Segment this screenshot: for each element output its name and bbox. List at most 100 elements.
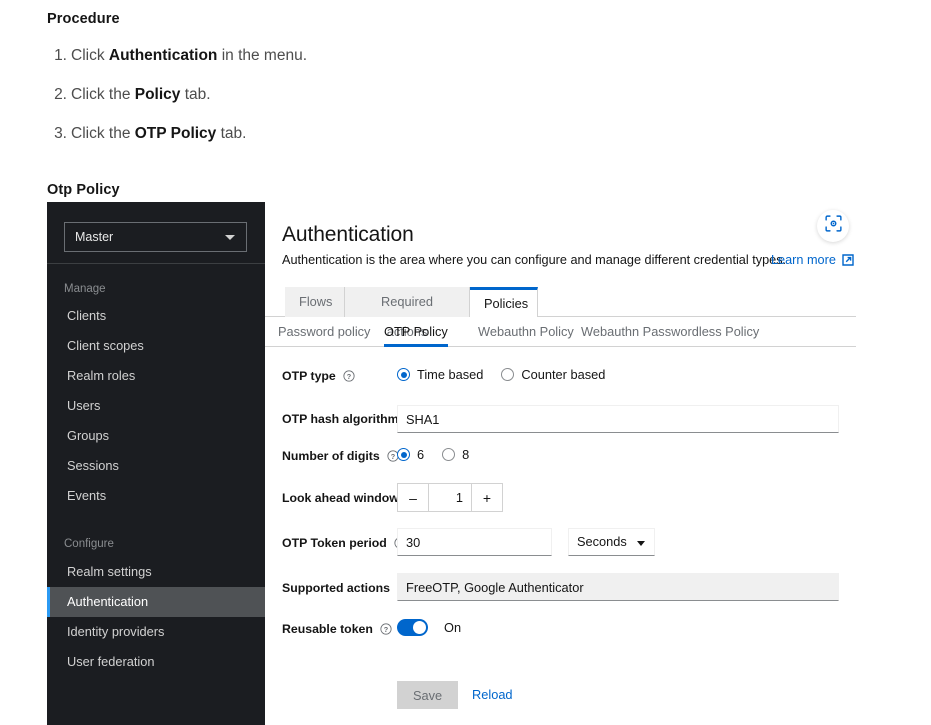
number-of-digits-label: Number of digits ?	[282, 449, 399, 465]
step-text-pre: Click the	[71, 86, 135, 103]
sidebar-item-sessions[interactable]: Sessions	[47, 451, 265, 481]
sidebar-item-label: Authentication	[67, 594, 149, 609]
main-content: Authentication Authentication is the are…	[265, 202, 856, 725]
scan-code-button[interactable]	[817, 210, 849, 242]
label-text: OTP hash algorithm	[282, 412, 399, 426]
radio-dot	[442, 448, 456, 461]
radio-dot	[397, 368, 410, 381]
sidebar-item-client-scopes[interactable]: Client scopes	[47, 331, 265, 361]
sidebar-item-label: Clients	[67, 308, 107, 323]
sidebar-item-label: Groups	[67, 428, 109, 443]
sidebar-item-authentication[interactable]: Authentication	[47, 587, 265, 617]
learn-more-label: Learn more	[771, 253, 836, 267]
radio-time-based[interactable]: Time based	[397, 367, 483, 382]
sidebar-item-label: Users	[67, 398, 101, 413]
step-text-post: in the menu.	[217, 47, 307, 64]
subtab-webauthn-passwordless-policy[interactable]: Webauthn Passwordless Policy	[581, 317, 759, 347]
tab-flows[interactable]: Flows	[285, 287, 345, 317]
tab-label: Flows	[299, 294, 333, 309]
reusable-token-toggle[interactable]: On	[397, 619, 461, 636]
list-item: 1. Click Authentication in the menu.	[47, 46, 547, 66]
step-number: 1.	[54, 47, 67, 64]
sidebar-item-label: Sessions	[67, 458, 119, 473]
radio-label: Time based	[417, 367, 484, 382]
subtab-password-policy[interactable]: Password policy	[278, 317, 370, 347]
step-text-pre: Click	[71, 47, 109, 64]
sidebar-item-label: Client scopes	[67, 338, 144, 353]
label-text: OTP type	[282, 369, 336, 383]
procedure-heading: Procedure	[47, 11, 120, 27]
stepper-plus-button[interactable]: +	[472, 484, 502, 511]
subtab-webauthn-policy[interactable]: Webauthn Policy	[478, 317, 574, 347]
stepper-value[interactable]: 1	[428, 484, 472, 511]
toggle-knob	[413, 621, 426, 634]
chevron-down-icon	[225, 235, 235, 240]
tab-policies[interactable]: Policies	[470, 287, 538, 317]
page-description: Authentication is the area where you can…	[282, 253, 787, 267]
subtab-label: Webauthn Passwordless Policy	[581, 324, 760, 339]
field-row-number-of-digits: Number of digits ? 6 8	[265, 445, 856, 469]
reload-button[interactable]: Reload	[462, 681, 523, 709]
otp-type-radio-group: Time based Counter based	[397, 367, 623, 382]
label-text: Supported actions	[282, 581, 390, 595]
reusable-token-label: Reusable token ?	[282, 622, 392, 638]
form-actions: Save Reload	[265, 681, 856, 711]
otp-token-period-label: OTP Token period ?	[282, 536, 406, 552]
label-text: Number of digits	[282, 449, 380, 463]
supported-actions-input	[397, 573, 839, 601]
sidebar-item-realm-roles[interactable]: Realm roles	[47, 361, 265, 391]
sidebar-item-users[interactable]: Users	[47, 391, 265, 421]
realm-selector[interactable]: Master	[64, 222, 247, 252]
step-text-bold: Authentication	[108, 47, 218, 64]
radio-dot	[501, 368, 515, 381]
field-row-reusable-token: Reusable token ? On	[265, 617, 856, 641]
sidebar-item-user-federation[interactable]: User federation	[47, 647, 265, 677]
sidebar-item-label: Realm settings	[67, 564, 152, 579]
radio-digits-8[interactable]: 8	[442, 447, 469, 462]
secondary-tabs: Password policy OTP Policy Webauthn Poli…	[265, 317, 856, 347]
sidebar-item-events[interactable]: Events	[47, 481, 265, 511]
tab-required-actions[interactable]: Required actions	[345, 287, 470, 339]
tab-label: Policies	[484, 296, 529, 311]
realm-selector-label: Master	[75, 230, 114, 244]
toggle-state-label: On	[444, 620, 462, 635]
step-number: 2.	[54, 86, 67, 103]
sidebar-item-label: Realm roles	[67, 368, 136, 383]
unit-label: Seconds	[577, 534, 627, 549]
label-text: Look ahead window	[282, 491, 399, 505]
primary-tabs: Flows Required actions Policies	[265, 287, 856, 339]
learn-more-link[interactable]: Learn more	[771, 253, 855, 269]
help-circle-icon[interactable]: ?	[380, 623, 392, 638]
toggle-track	[397, 619, 428, 636]
otp-token-period-unit-select[interactable]: Seconds	[568, 528, 655, 556]
svg-text:?: ?	[384, 625, 389, 634]
sidebar-item-groups[interactable]: Groups	[47, 421, 265, 451]
radio-label: 8	[462, 447, 470, 462]
field-row-otp-type: OTP type ? Time based Counter based	[265, 365, 856, 389]
field-row-supported-actions: Supported actions ?	[265, 573, 856, 603]
otp-hash-algorithm-input[interactable]	[397, 405, 839, 433]
radio-label: 6	[417, 447, 425, 462]
stepper-minus-button[interactable]: –	[398, 484, 428, 511]
list-item: 3. Click the OTP Policy tab.	[47, 124, 547, 144]
otp-token-period-input[interactable]	[397, 528, 552, 556]
sidebar-item-clients[interactable]: Clients	[47, 301, 265, 331]
sidebar-item-label: User federation	[67, 654, 155, 669]
realm-selector-container: Master	[47, 202, 265, 264]
radio-digits-6[interactable]: 6	[397, 447, 424, 462]
subtab-otp-policy[interactable]: OTP Policy	[384, 317, 448, 347]
radio-counter-based[interactable]: Counter based	[501, 367, 605, 382]
sidebar-item-identity-providers[interactable]: Identity providers	[47, 617, 265, 647]
step-text-pre: Click the	[71, 125, 135, 142]
save-button[interactable]: Save	[397, 681, 459, 709]
step-text-bold: Policy	[134, 86, 181, 103]
sidebar: Master Manage Clients Client scopes Real…	[47, 202, 265, 725]
procedure-step-list: 1. Click Authentication in the menu. 2. Cl…	[47, 46, 547, 163]
keycloak-admin-console-screenshot: Master Manage Clients Client scopes Real…	[47, 202, 856, 725]
sidebar-item-realm-settings[interactable]: Realm settings	[47, 557, 265, 587]
help-circle-icon[interactable]: ?	[343, 370, 355, 385]
label-text: OTP Token period	[282, 536, 387, 550]
step-number: 3.	[54, 125, 67, 142]
number-of-digits-radio-group: 6 8	[397, 447, 487, 462]
subtab-label: OTP Policy	[384, 324, 448, 339]
